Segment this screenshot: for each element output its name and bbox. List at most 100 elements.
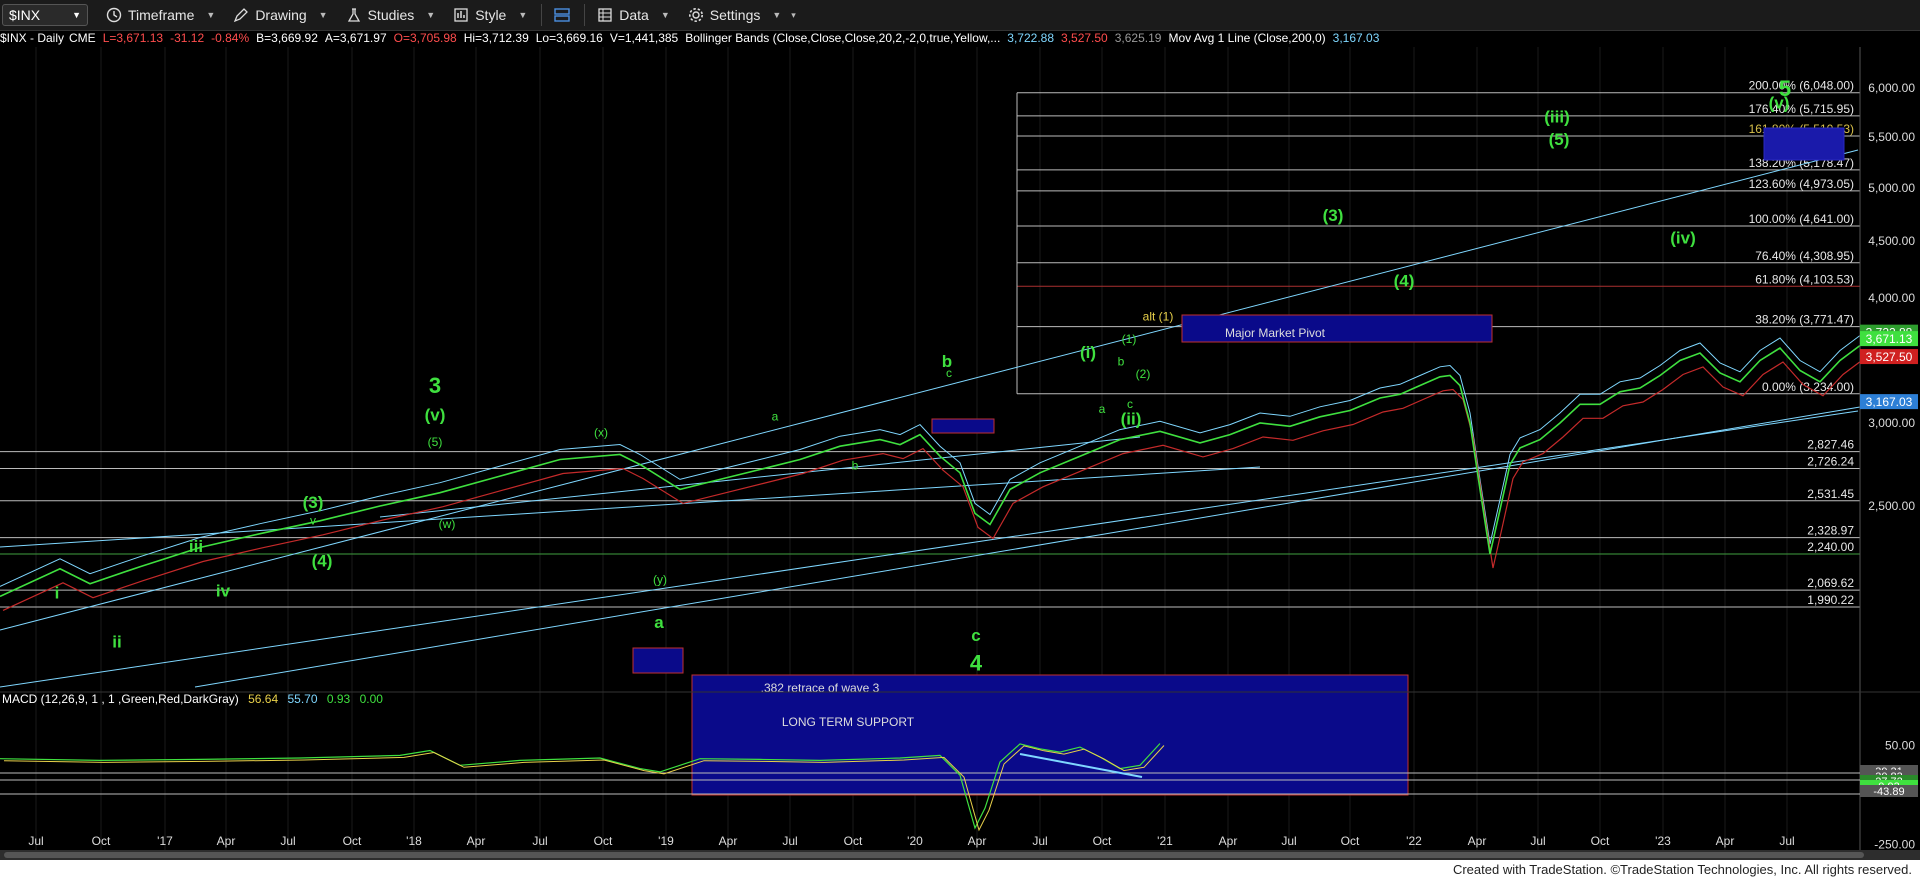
retrace-label: .382 retrace of wave 3	[761, 681, 880, 695]
time-tick: Jul	[1281, 834, 1296, 848]
info-symbol: $INX - Daily	[0, 31, 65, 45]
time-tick: Apr	[1219, 834, 1238, 848]
wave-label: (w)	[439, 517, 456, 531]
time-tick: '18	[406, 834, 422, 848]
time-tick: Oct	[844, 834, 863, 848]
fib-label: 61.80% (4,103.53)	[1755, 272, 1854, 286]
footer: Created with TradeStation. ©TradeStation…	[0, 860, 1920, 879]
y-wave-box	[632, 647, 684, 674]
chevron-down-icon: ▼	[518, 10, 528, 20]
chevron-down-icon: ▼	[206, 10, 216, 20]
time-tick: '22	[1406, 834, 1422, 848]
settings-label: Settings	[709, 7, 761, 23]
macd-v3: 0.93	[327, 692, 351, 706]
wave-label: a	[654, 613, 664, 632]
wave-label: (3)	[303, 493, 324, 512]
macd-v4: 0.00	[360, 692, 384, 706]
macd-header: MACD (12,26,9, 1 , 1 ,Green,Red,DarkGray…	[2, 692, 383, 706]
time-axis: Jul Oct '17 Apr Jul Oct '18 Apr Jul Oct '19 Apr Jul O…	[28, 834, 1794, 848]
fib-label: 200.00% (6,048.00)	[1749, 79, 1854, 93]
time-tick: Oct	[594, 834, 613, 848]
horizontal-scrollbar[interactable]	[0, 850, 1920, 860]
symbol-info-bar: $INX - Daily CME L=3,671.13 -31.12 -0.84% B=3…	[0, 31, 1860, 47]
wave-label: (5)	[428, 435, 443, 449]
time-tick: Oct	[1341, 834, 1360, 848]
studies-button[interactable]: Studies ▼	[346, 7, 436, 23]
time-tick: Apr	[968, 834, 987, 848]
time-tick: Apr	[1468, 834, 1487, 848]
support-label: 2,827.46	[1807, 438, 1854, 452]
time-tick: Jul	[1032, 834, 1047, 848]
wave-label: (iv)	[1670, 228, 1696, 247]
data-button[interactable]: Data ▼	[597, 7, 670, 23]
info-bid: B=3,669.92	[256, 31, 318, 45]
time-tick: '23	[1655, 834, 1671, 848]
chevron-down-icon: ▼	[660, 10, 670, 20]
toolbar-divider	[584, 4, 586, 26]
style-button[interactable]: Style ▼	[453, 7, 527, 23]
support-label: 2,531.45	[1807, 487, 1854, 501]
wave-label: (y)	[653, 573, 667, 587]
price-tick: 6,000.00	[1868, 81, 1915, 95]
time-tick: '19	[658, 834, 674, 848]
symbol-text: $INX	[9, 7, 41, 23]
timeframe-button[interactable]: Timeframe ▼	[106, 7, 215, 23]
time-tick: Apr	[719, 834, 738, 848]
wave-label: (i)	[1080, 343, 1096, 362]
wave-label: (ii)	[1121, 410, 1142, 429]
settings-button[interactable]: Settings ▼ ▾	[688, 7, 796, 23]
info-high: Hi=3,712.39	[463, 31, 529, 45]
pencil-icon	[234, 8, 249, 23]
time-tick: Oct	[1591, 834, 1610, 848]
b-wave-box	[931, 418, 995, 434]
chevron-down-icon: ▼	[72, 10, 81, 20]
style-label: Style	[475, 7, 507, 23]
chevron-down-icon: ▼	[426, 10, 436, 20]
info-bb-upper: 3,722.88	[1007, 31, 1055, 45]
price-tick: 5,000.00	[1868, 181, 1915, 195]
symbol-selector[interactable]: $INX ▼	[2, 4, 88, 26]
info-change: -31.12	[170, 31, 205, 45]
macd-v1: 56.64	[248, 692, 278, 706]
info-last: L=3,671.13	[102, 31, 164, 45]
wave-label: ii	[112, 632, 121, 651]
macd-tick: 50.00	[1885, 739, 1915, 753]
time-tick: Apr	[1716, 834, 1735, 848]
style-icon	[454, 8, 468, 22]
macd-tag-label: -43.89	[1873, 786, 1904, 798]
data-label: Data	[619, 7, 649, 23]
price-tick: 2,500.00	[1868, 499, 1915, 513]
wave-label: 4	[970, 651, 983, 676]
support-label: 2,240.00	[1807, 540, 1854, 554]
wave-label: iii	[189, 537, 203, 556]
grid-icon	[598, 8, 612, 22]
footer-text: Created with TradeStation. ©TradeStation…	[1452, 862, 1912, 877]
price-tick: 4,000.00	[1868, 291, 1915, 305]
wave-label: (5)	[1549, 130, 1570, 149]
price-tick: 5,500.00	[1868, 130, 1915, 144]
price-tick: 3,000.00	[1868, 416, 1915, 430]
layout-button[interactable]	[554, 7, 570, 23]
info-open: O=3,705.98	[393, 31, 457, 45]
info-low: Lo=3,669.16	[535, 31, 603, 45]
drawing-button[interactable]: Drawing ▼	[233, 7, 328, 23]
fib-label: 176.40% (5,715.95)	[1749, 102, 1854, 116]
time-tick: Oct	[92, 834, 111, 848]
long-term-support-label: LONG TERM SUPPORT	[782, 715, 915, 729]
target-box	[1763, 127, 1845, 161]
wave-label: a	[772, 410, 779, 424]
drawing-label: Drawing	[255, 7, 307, 23]
major-pivot-label: Major Market Pivot	[1225, 326, 1326, 340]
info-ma-label: Mov Avg 1 Line (Close,200,0)	[1168, 31, 1326, 45]
chevron-down-icon: ▼	[318, 10, 328, 20]
flask-icon	[347, 8, 360, 22]
time-tick: Jul	[1530, 834, 1545, 848]
wave-label: b	[1118, 355, 1125, 369]
clock-icon	[106, 7, 122, 23]
info-bb-label: Bollinger Bands (Close,Close,Close,20,2,…	[685, 31, 1001, 45]
price-chart[interactable]: 200.00% (6,048.00)176.40% (5,715.95)161.…	[0, 47, 1920, 850]
macd-v2: 55.70	[287, 692, 317, 706]
scrollbar-thumb[interactable]	[4, 852, 1864, 858]
time-tick: Jul	[1779, 834, 1794, 848]
wave-label: (x)	[594, 425, 608, 439]
